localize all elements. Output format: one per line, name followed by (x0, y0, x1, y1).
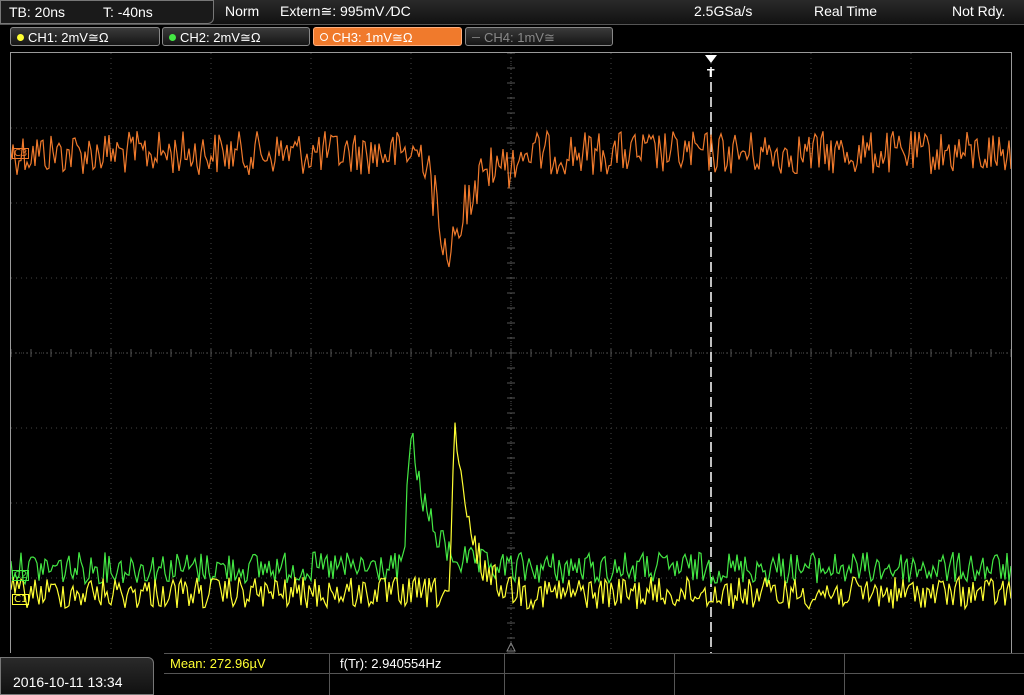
measure-divider (504, 653, 505, 695)
waveform-svg (11, 53, 1011, 653)
trigger-source-label[interactable]: Extern≅: 995mV ⁄DC (280, 3, 411, 20)
sample-rate-label: 2.5GSa/s (694, 3, 753, 19)
acquisition-mode-label[interactable]: Real Time (814, 3, 877, 19)
ch1-waveform (11, 422, 1011, 611)
ch2-level-marker[interactable]: C2 (12, 570, 30, 581)
waveform-display[interactable]: C3 C2 C1 T (10, 52, 1012, 654)
datetime-box: 2016-10-11 13:34 (0, 657, 154, 695)
measure-divider (164, 673, 1024, 674)
channel-3-dot-icon (320, 33, 328, 41)
measure-divider (674, 653, 675, 695)
ch1-level-marker[interactable]: C1 (12, 594, 30, 605)
trigger-position-label[interactable]: T (707, 67, 715, 80)
channel-2-label: CH2: 2mV≅Ω (180, 30, 261, 45)
channel-1-dot-icon (17, 34, 24, 41)
channel-3-button[interactable]: CH3: 1mV≅Ω (313, 27, 462, 46)
channel-bar: CH1: 2mV≅Ω CH2: 2mV≅Ω CH3: 1mV≅Ω CH4: 1m… (0, 25, 1024, 49)
channel-2-dot-icon (169, 34, 176, 41)
channel-1-button[interactable]: CH1: 2mV≅Ω (10, 27, 160, 46)
channel-2-button[interactable]: CH2: 2mV≅Ω (162, 27, 310, 46)
acquisition-status-label: Not Rdy. (952, 3, 1006, 19)
timebase-box[interactable]: TB: 20ns T: -40ns (0, 0, 214, 24)
channel-3-label: CH3: 1mV≅Ω (332, 30, 413, 45)
status-bar: TB: 20ns T: -40ns Norm Extern≅: 995mV ⁄D… (0, 0, 1024, 25)
ch3-level-marker[interactable]: C3 (12, 148, 30, 159)
ch3-waveform (11, 129, 1011, 268)
channel-4-off-icon (472, 37, 480, 38)
timebase-label: TB: 20ns (9, 4, 66, 20)
measure-divider (164, 653, 1024, 654)
trigger-arrow-icon (705, 55, 717, 63)
channel-4-button[interactable]: CH4: 1mV≅ (465, 27, 613, 46)
measure-divider (844, 653, 845, 695)
measurement-bar: 2016-10-11 13:34 Mean: 272.96µV f(Tr): 2… (0, 653, 1024, 695)
measurement-table: Mean: 272.96µV f(Tr): 2.940554Hz (164, 653, 1024, 695)
trigger-offset-label: T: -40ns (103, 4, 153, 20)
measure-divider (329, 653, 330, 695)
channel-4-label: CH4: 1mV≅ (484, 30, 555, 45)
trigger-mode-label[interactable]: Norm (225, 3, 259, 19)
datetime-label: 2016-10-11 13:34 (13, 674, 123, 690)
frequency-measurement[interactable]: f(Tr): 2.940554Hz (340, 656, 441, 671)
mean-measurement[interactable]: Mean: 272.96µV (170, 656, 266, 671)
channel-1-label: CH1: 2mV≅Ω (28, 30, 109, 45)
